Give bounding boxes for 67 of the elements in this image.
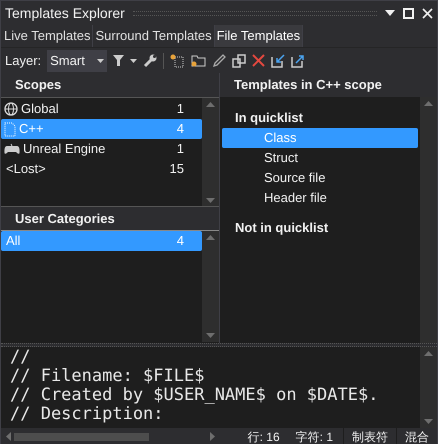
panel-header: Templates in C++ scope bbox=[220, 73, 437, 96]
layer-value: Smart bbox=[50, 52, 85, 70]
dropdown-icon[interactable] bbox=[385, 10, 395, 16]
scroll-down-icon[interactable] bbox=[424, 419, 433, 424]
line-ending-indicator[interactable]: 混合 bbox=[397, 428, 437, 444]
item-count: 4 bbox=[176, 120, 184, 138]
item-count: 1 bbox=[176, 140, 184, 158]
new-folder-icon[interactable] bbox=[190, 54, 206, 67]
delete-icon[interactable] bbox=[252, 54, 266, 67]
caret-icon bbox=[97, 58, 104, 62]
scroll-up-icon[interactable] bbox=[424, 101, 433, 106]
maximize-icon[interactable] bbox=[403, 8, 414, 18]
tab[interactable]: Surround Templates bbox=[93, 25, 215, 47]
group-title: Not in quicklist bbox=[234, 219, 330, 238]
code-line: // Filename: $FILE$ bbox=[10, 367, 206, 386]
layer-dropdown[interactable]: Smart bbox=[47, 50, 108, 72]
scroll-up-icon[interactable] bbox=[424, 351, 433, 356]
code-line: // bbox=[10, 348, 32, 367]
wrench-icon[interactable] bbox=[143, 54, 158, 68]
scroll-up-icon[interactable] bbox=[206, 235, 215, 240]
item-name: Global bbox=[21, 100, 60, 118]
list-item[interactable]: Global 1 bbox=[1, 99, 202, 119]
pencil-icon[interactable] bbox=[212, 54, 226, 68]
template-item[interactable]: Source file bbox=[222, 168, 418, 188]
scroll-left-icon[interactable] bbox=[6, 432, 11, 441]
code-line: // Description: bbox=[10, 405, 165, 424]
item-count: 15 bbox=[170, 160, 184, 178]
layer-label: Layer: bbox=[5, 52, 42, 70]
group-title: In quicklist bbox=[234, 109, 304, 128]
scrollbar[interactable] bbox=[420, 347, 437, 428]
item-count: 1 bbox=[176, 100, 184, 118]
scrollbar[interactable] bbox=[202, 231, 219, 342]
file-icon bbox=[4, 122, 16, 136]
scroll-down-icon[interactable] bbox=[206, 333, 215, 338]
item-name: All bbox=[5, 232, 22, 250]
item-name: <Lost> bbox=[5, 160, 47, 178]
template-item[interactable]: Header file bbox=[222, 188, 418, 208]
import-icon[interactable] bbox=[271, 54, 286, 68]
globe-icon bbox=[4, 102, 18, 116]
close-icon[interactable] bbox=[422, 8, 433, 18]
item-count: 4 bbox=[176, 232, 184, 250]
column-indicator: 字符: 1 bbox=[296, 428, 333, 444]
item-name: Unreal Engine bbox=[23, 140, 106, 158]
panel-header: User Categories bbox=[1, 206, 219, 230]
scrollbar[interactable] bbox=[202, 98, 219, 207]
new-template-icon[interactable] bbox=[170, 54, 184, 68]
filter-icon[interactable] bbox=[113, 55, 124, 66]
scroll-right-icon[interactable] bbox=[210, 432, 215, 441]
panel-header: Scopes bbox=[1, 73, 219, 97]
scroll-up-icon[interactable] bbox=[206, 102, 215, 107]
item-name: C++ bbox=[19, 120, 45, 138]
list-item[interactable]: <Lost> 15 bbox=[1, 159, 202, 179]
scroll-thumb[interactable] bbox=[14, 432, 149, 440]
line-indicator: 行: 16 bbox=[248, 428, 280, 444]
tab[interactable]: Live Templates bbox=[2, 25, 94, 47]
template-item[interactable]: Struct bbox=[222, 148, 418, 168]
scroll-down-icon[interactable] bbox=[206, 198, 215, 203]
caret-icon[interactable] bbox=[130, 58, 138, 62]
code-line: // Created by $USER_NAME$ on $DATE$. bbox=[10, 386, 380, 405]
export-icon[interactable] bbox=[291, 54, 306, 68]
list-item[interactable]: Unreal Engine 1 bbox=[1, 139, 202, 159]
indent-indicator[interactable]: 制表符 bbox=[343, 428, 397, 444]
window-title: Templates Explorer bbox=[5, 4, 125, 23]
copy-icon[interactable] bbox=[232, 54, 246, 68]
tab[interactable]: File Templates bbox=[214, 25, 304, 47]
gamepad-icon bbox=[4, 143, 20, 155]
scrollbar[interactable] bbox=[420, 97, 437, 343]
